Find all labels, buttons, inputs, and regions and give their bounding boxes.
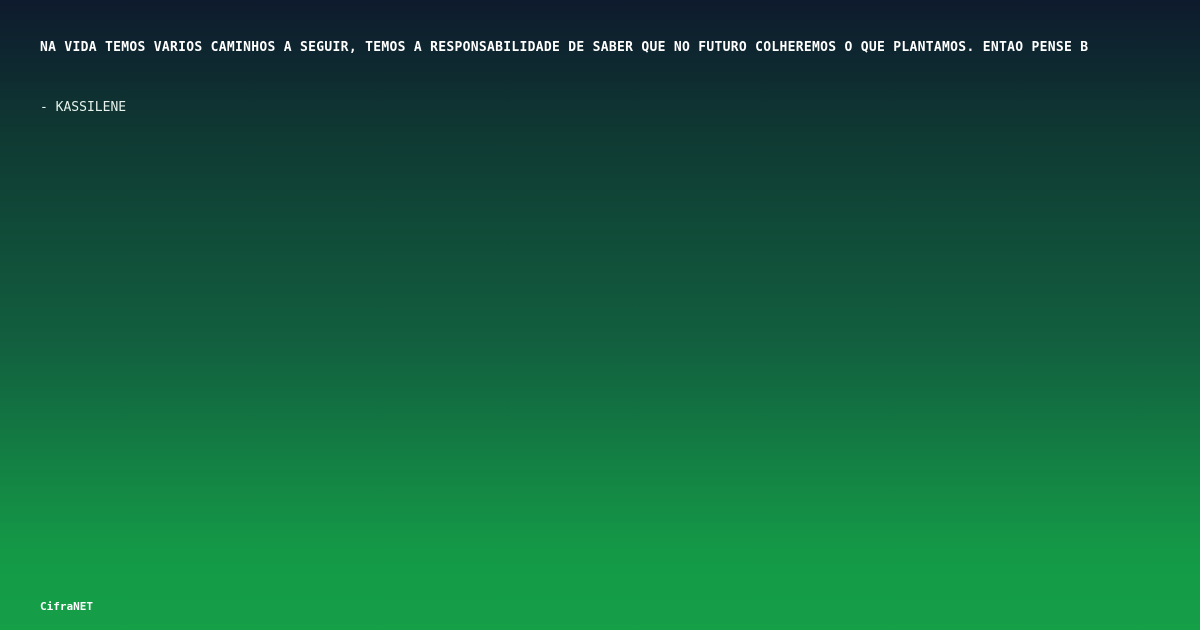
quote-text: NA VIDA TEMOS VARIOS CAMINHOS A SEGUIR, … xyxy=(40,40,1089,55)
brand-name: CifraNET xyxy=(40,600,93,613)
quote-author: - KASSILENE xyxy=(40,100,127,115)
quote-card: NA VIDA TEMOS VARIOS CAMINHOS A SEGUIR, … xyxy=(0,0,1200,630)
